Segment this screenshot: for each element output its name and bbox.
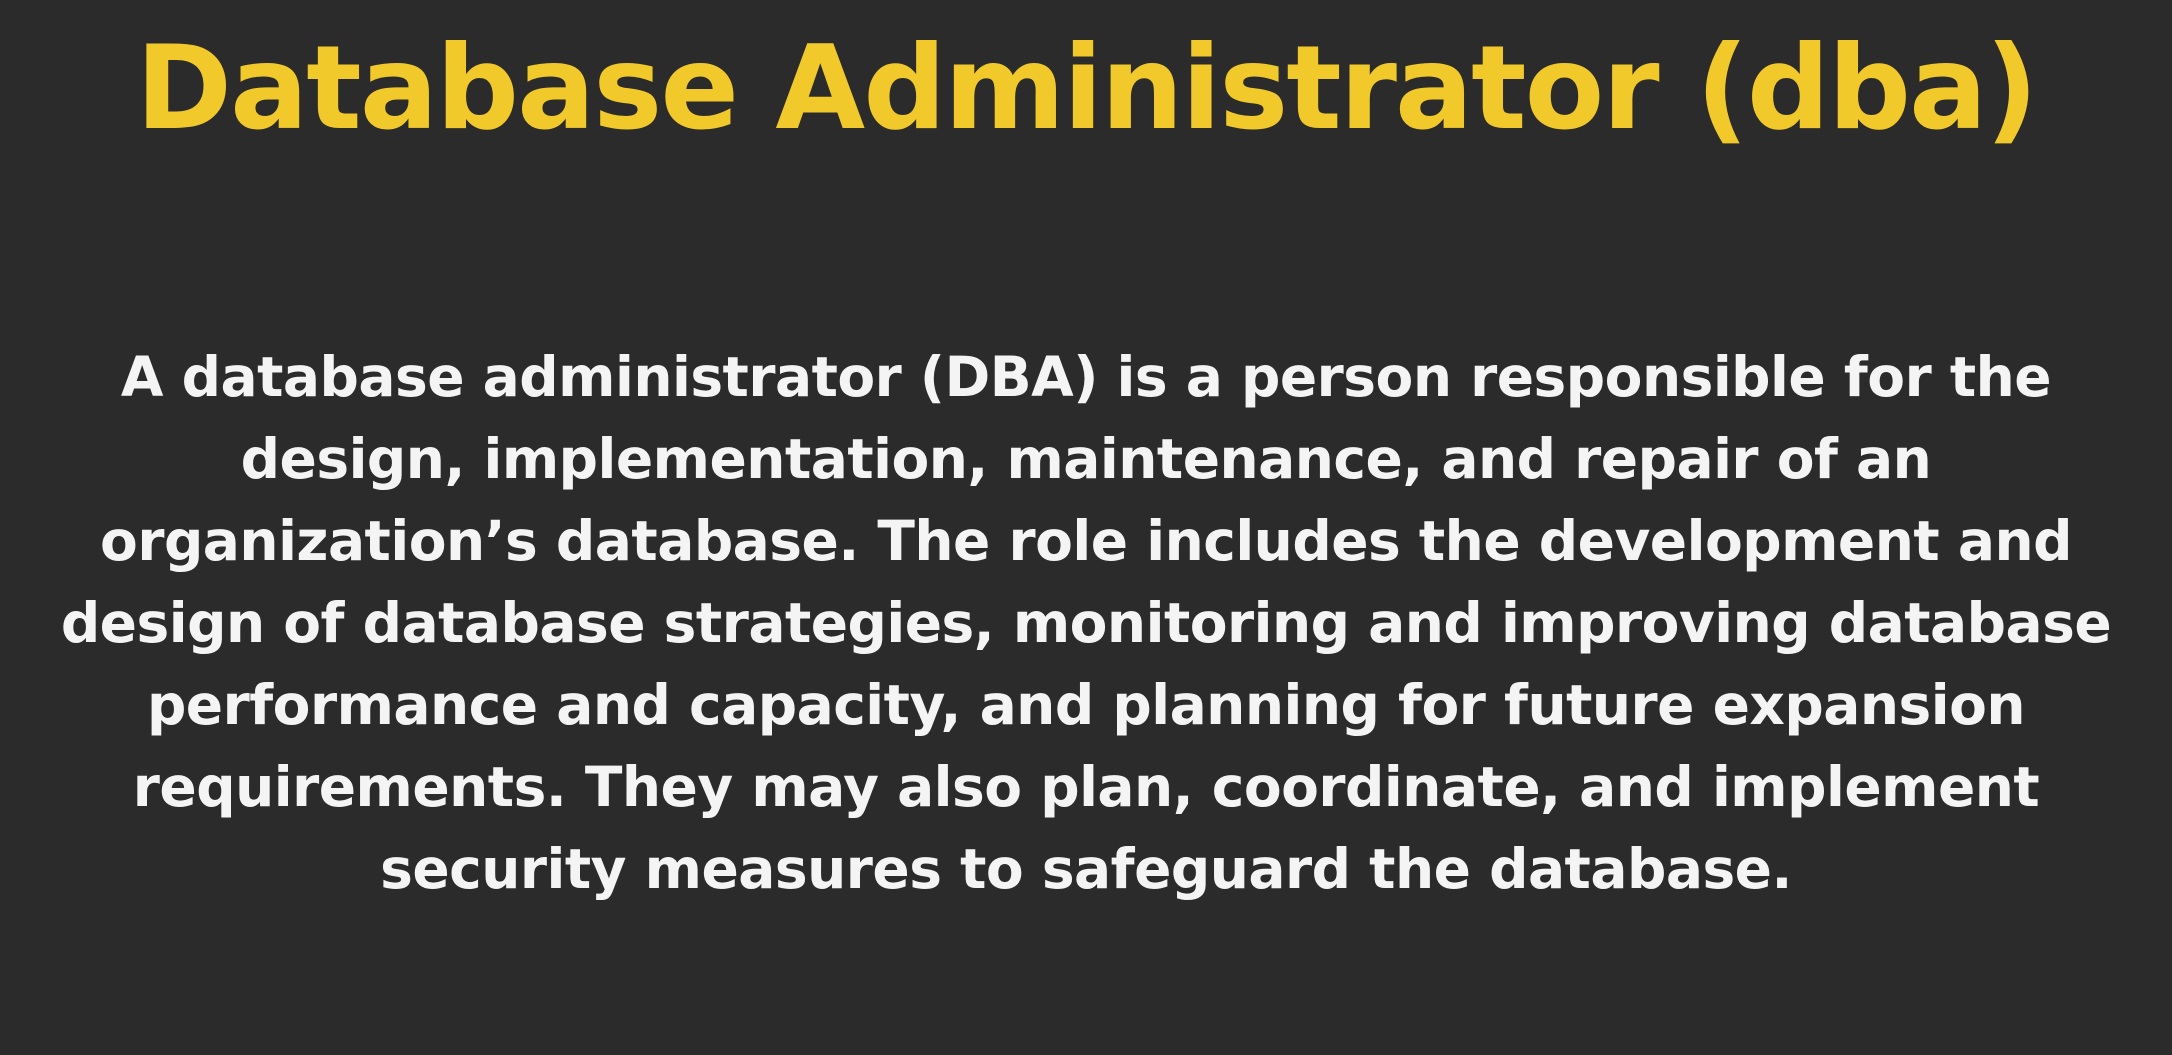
body-line: security measures to safeguard the datab… — [380, 837, 1792, 901]
body-line: A database administrator (DBA) is a pers… — [120, 345, 2052, 409]
body-line: design, implementation, maintenance, and… — [240, 427, 1932, 491]
body-line: design of database strategies, monitorin… — [60, 591, 2112, 655]
body-line: performance and capacity, and planning f… — [146, 673, 2026, 737]
slide-body-text: A database administrator (DBA) is a pers… — [30, 336, 2142, 910]
body-line: organization’s database. The role includ… — [100, 509, 2072, 573]
slide: Database Administrator (dba) A database … — [0, 0, 2172, 1055]
body-line: requirements. They may also plan, coordi… — [132, 755, 2040, 819]
slide-title: Database Administrator (dba) — [135, 21, 2039, 156]
